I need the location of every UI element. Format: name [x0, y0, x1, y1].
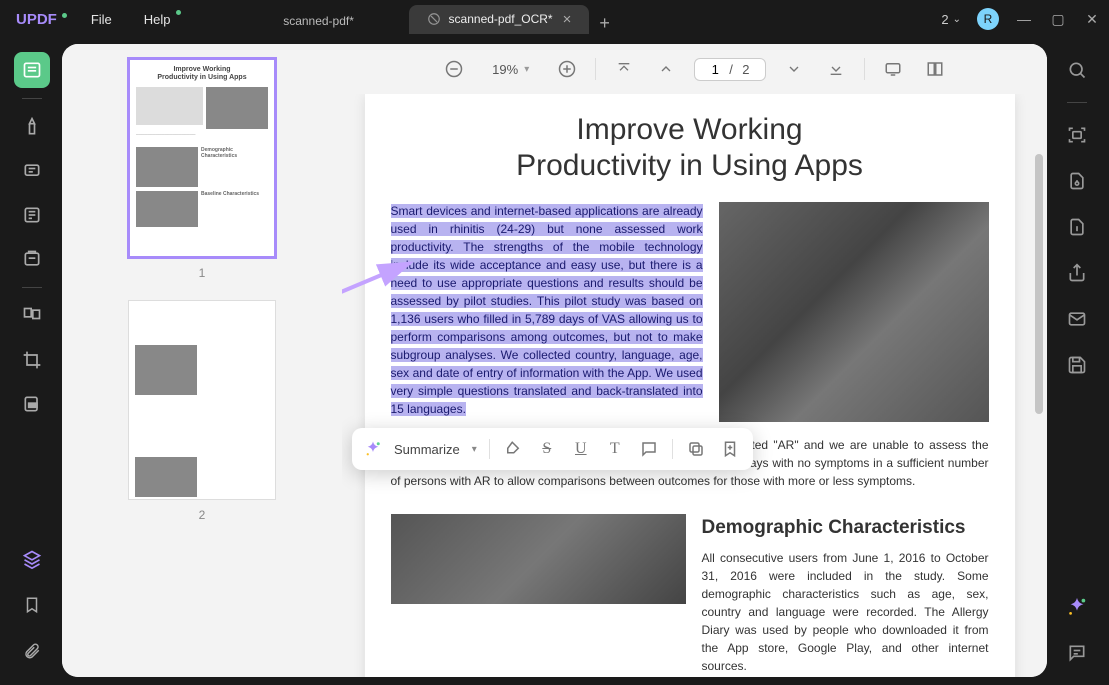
organize-pages-icon[interactable]	[14, 298, 50, 334]
doc-image-1	[719, 202, 989, 422]
attachment-icon[interactable]	[14, 633, 50, 669]
left-sidebar	[8, 44, 56, 677]
highlighter-icon[interactable]	[14, 109, 50, 145]
menu-help[interactable]: Help	[130, 8, 185, 31]
scrollbar-thumb[interactable]	[1035, 154, 1043, 414]
document-page-1: Improve WorkingProductivity in Using App…	[365, 94, 1015, 677]
document-scroll-area[interactable]: Improve WorkingProductivity in Using App…	[342, 94, 1047, 677]
ai-sparkle-icon	[364, 440, 382, 458]
main-container: Improve WorkingProductivity in Using App…	[0, 38, 1109, 685]
open-docs-indicator[interactable]: 2 ⌄	[941, 12, 961, 27]
strikethrough-button[interactable]: S	[536, 438, 558, 460]
zoom-out-button[interactable]	[440, 55, 468, 83]
doc-section-2[interactable]: Demographic Characteristics All consecut…	[702, 514, 989, 675]
protect-icon[interactable]	[1061, 165, 1093, 197]
viewer-toolbar: 19% ▾ / 2	[342, 44, 1047, 94]
document-viewer: 19% ▾ / 2	[342, 44, 1047, 677]
zoom-level-dropdown[interactable]: 19% ▾	[482, 58, 539, 81]
tab-label: scanned-pdf_OCR*	[449, 12, 553, 26]
minimize-button[interactable]: —	[1015, 11, 1033, 27]
copy-button[interactable]	[685, 438, 707, 460]
chevron-down-icon: ⌄	[953, 14, 961, 25]
thumbnail-label-2: 2	[199, 508, 206, 522]
app-logo[interactable]: UPDF	[8, 11, 65, 28]
ocr-action-icon[interactable]	[1061, 119, 1093, 151]
comment-tool-icon[interactable]	[14, 153, 50, 189]
redact-tool-icon[interactable]	[14, 386, 50, 422]
ocr-tab-icon	[427, 12, 441, 26]
save-icon[interactable]	[1061, 349, 1093, 381]
page-sep: /	[729, 62, 733, 77]
chat-icon[interactable]	[1061, 637, 1093, 669]
search-icon[interactable]	[1061, 54, 1093, 86]
summarize-button[interactable]: Summarize	[394, 442, 460, 457]
close-button[interactable]: ✕	[1083, 11, 1101, 28]
highlight-color-button[interactable]	[502, 438, 524, 460]
presentation-mode-button[interactable]	[879, 55, 907, 83]
chevron-down-icon: ▾	[524, 64, 529, 75]
text-style-button[interactable]: T	[604, 438, 626, 460]
layers-icon[interactable]	[14, 541, 50, 577]
menu-file[interactable]: File	[77, 8, 126, 31]
doc-highlighted-text[interactable]: Smart devices and internet-based applica…	[391, 202, 703, 418]
next-page-button[interactable]	[780, 55, 808, 83]
add-note-button[interactable]	[638, 438, 660, 460]
page-layout-button[interactable]	[921, 55, 949, 83]
crop-tool-icon[interactable]	[14, 342, 50, 378]
maximize-button[interactable]: ▢	[1049, 11, 1067, 28]
page-total: 2	[737, 62, 755, 77]
tab-close-button[interactable]: ×	[563, 11, 572, 28]
tabs-area: scanned-pdf* scanned-pdf_OCR* × +	[229, 5, 620, 34]
share-icon[interactable]	[1061, 257, 1093, 289]
zoom-value: 19%	[492, 62, 518, 77]
doc-paragraph-3: All consecutive users from June 1, 2016 …	[702, 549, 989, 675]
tab-scanned-pdf-ocr[interactable]: scanned-pdf_OCR* ×	[409, 5, 590, 34]
thumbnail-page-1[interactable]: Improve WorkingProductivity in Using App…	[128, 58, 276, 258]
tab-label: scanned-pdf*	[283, 14, 354, 28]
first-page-button[interactable]	[610, 55, 638, 83]
new-tab-button[interactable]: +	[589, 13, 620, 34]
edit-tool-icon[interactable]	[14, 197, 50, 233]
selection-context-toolbar: Summarize ▾ S U T	[352, 428, 753, 470]
thumbnail-page-2[interactable]	[128, 300, 276, 500]
last-page-button[interactable]	[822, 55, 850, 83]
underline-button[interactable]: U	[570, 438, 592, 460]
doc-heading-demographic: Demographic Characteristics	[702, 514, 989, 543]
doc-title: Improve WorkingProductivity in Using App…	[391, 112, 989, 184]
right-sidebar	[1053, 44, 1101, 677]
doc-image-2	[391, 514, 686, 604]
bookmark-selection-button[interactable]	[719, 438, 741, 460]
user-avatar[interactable]: R	[977, 8, 999, 30]
export-file-icon[interactable]	[1061, 211, 1093, 243]
thumbnails-panel: Improve WorkingProductivity in Using App…	[62, 44, 342, 677]
open-docs-count: 2	[941, 12, 948, 27]
zoom-in-button[interactable]	[553, 55, 581, 83]
current-page-input[interactable]	[705, 62, 725, 77]
form-tool-icon[interactable]	[14, 241, 50, 277]
ai-assistant-icon[interactable]	[1061, 591, 1093, 623]
content-panel: Improve WorkingProductivity in Using App…	[62, 44, 1047, 677]
bookmark-icon[interactable]	[14, 587, 50, 623]
chevron-down-icon[interactable]: ▾	[472, 444, 477, 455]
thumbnail-label-1: 1	[199, 266, 206, 280]
window-controls-area: 2 ⌄ R — ▢ ✕	[941, 8, 1101, 30]
email-icon[interactable]	[1061, 303, 1093, 335]
reader-mode-icon[interactable]	[14, 52, 50, 88]
page-nav-input[interactable]: / 2	[694, 58, 766, 81]
prev-page-button[interactable]	[652, 55, 680, 83]
tab-scanned-pdf[interactable]: scanned-pdf*	[229, 8, 409, 34]
title-bar: UPDF File Help scanned-pdf* scanned-pdf_…	[0, 0, 1109, 38]
